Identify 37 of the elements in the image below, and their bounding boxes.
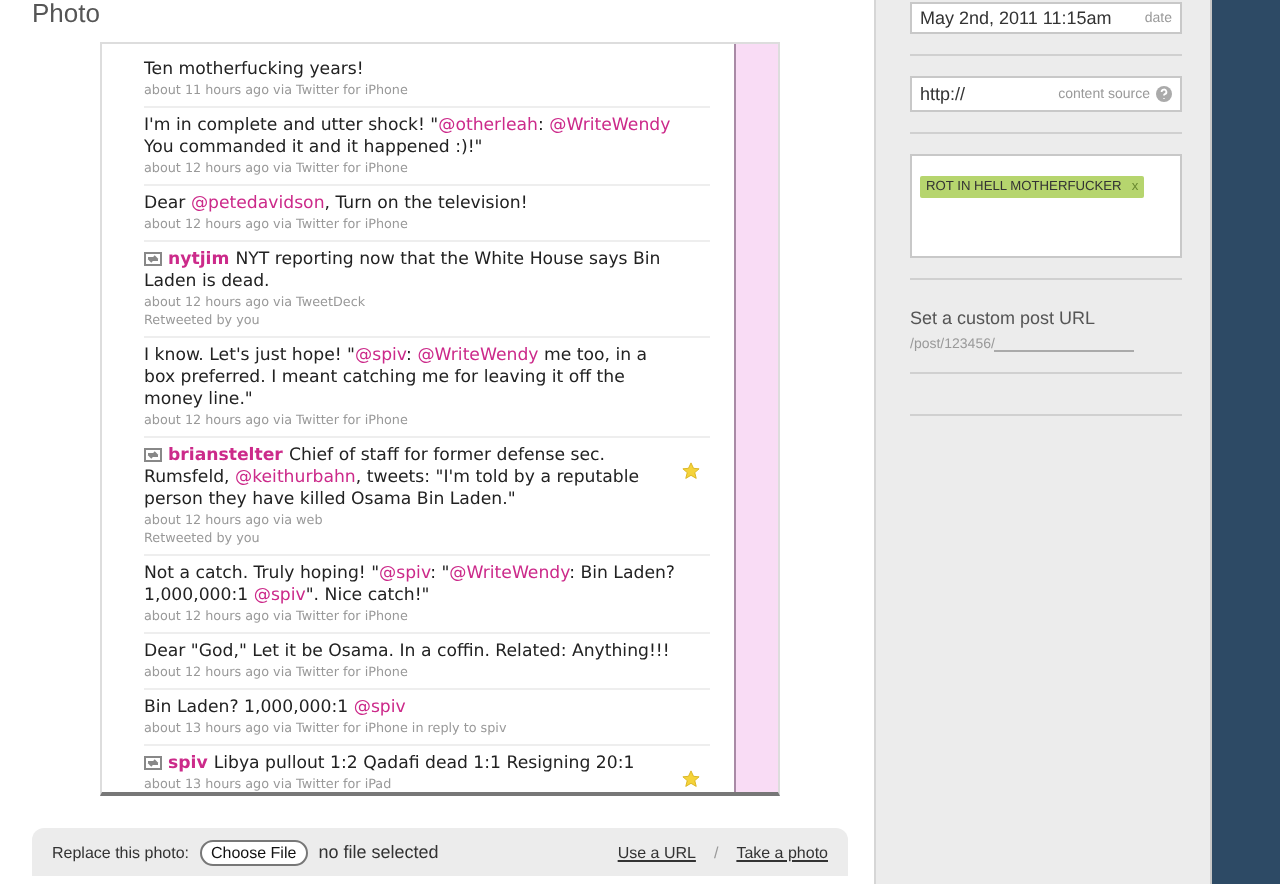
- mention-link[interactable]: @spiv: [379, 564, 431, 584]
- retweet-icon: [144, 252, 162, 266]
- help-icon[interactable]: [1156, 86, 1172, 102]
- mention-link[interactable]: @WriteWendy: [449, 564, 570, 584]
- mention-link[interactable]: @WriteWendy: [417, 346, 539, 366]
- mention-link[interactable]: @WriteWendy: [549, 116, 671, 136]
- choose-file-button[interactable]: Choose File: [199, 839, 309, 865]
- replace-label: Replace this photo:: [52, 843, 189, 861]
- tweet-text: Not a catch. Truly hoping! "@spiv: "@WriteWendy: Bin Laden? 1,000,000:1 @spiv". Nice catch!": [144, 564, 676, 608]
- retweet-icon: [144, 448, 162, 462]
- section-title: Photo: [30, 0, 102, 26]
- photo-source-link[interactable]: Use a URL: [617, 843, 696, 861]
- username-link[interactable]: spiv: [168, 754, 208, 774]
- mention-link[interactable]: @spiv: [353, 698, 406, 718]
- username-link[interactable]: nytjim: [168, 250, 230, 270]
- username-link[interactable]: brianstelter: [168, 446, 283, 466]
- mention-link[interactable]: @spiv: [253, 586, 306, 606]
- custom-url-label: Set a custom post URL: [910, 308, 1098, 328]
- tweet-text: I know. Let's just hope! "@spiv: @WriteWendy me too, in a box preferred. I meant catching me for leaving it off the money line.": [144, 346, 650, 412]
- mention-link[interactable]: @spiv: [355, 346, 407, 366]
- tweet-text: Dear @petedavidson, Turn on the television!: [144, 194, 530, 216]
- mention-link[interactable]: @otherleah: [438, 116, 538, 136]
- retweet-icon: [144, 756, 162, 770]
- tweet-text: I'm in complete and utter shock! "@otherleah: @WriteWendy You commanded it and it happened :)!": [144, 116, 673, 160]
- link-separator: /: [713, 843, 719, 861]
- tweet-text: spiv Libya pullout 1:2 Qadafi dead 1:1 Resigning 20:1: [144, 754, 676, 776]
- tweet-text: Ten motherfucking years!: [144, 60, 366, 82]
- mention-link[interactable]: @keithurbahn: [235, 468, 356, 488]
- tweet-text: nytjim NYT reporting now that the White House says Bin Laden is dead.: [144, 250, 663, 294]
- star-icon[interactable]: [682, 770, 700, 788]
- photo-source-link[interactable]: Take a photo: [736, 843, 828, 861]
- tweet-text: Bin Laden? 1,000,000:1 @spiv: [144, 698, 408, 720]
- file-status: no file selected: [318, 842, 439, 862]
- tweet-text: Dear "God," Let it be Osama. In a coffin. Related: Anything!!!: [144, 642, 672, 664]
- star-icon[interactable]: [682, 462, 700, 480]
- tweet-text: brianstelter Chief of staff for former defense sec. Rumsfeld, @keithurbahn, tweets: "I'm told by a reputable person they have killed Osama Bin Laden.": [144, 446, 641, 512]
- mention-link[interactable]: @petedavidson: [190, 194, 325, 214]
